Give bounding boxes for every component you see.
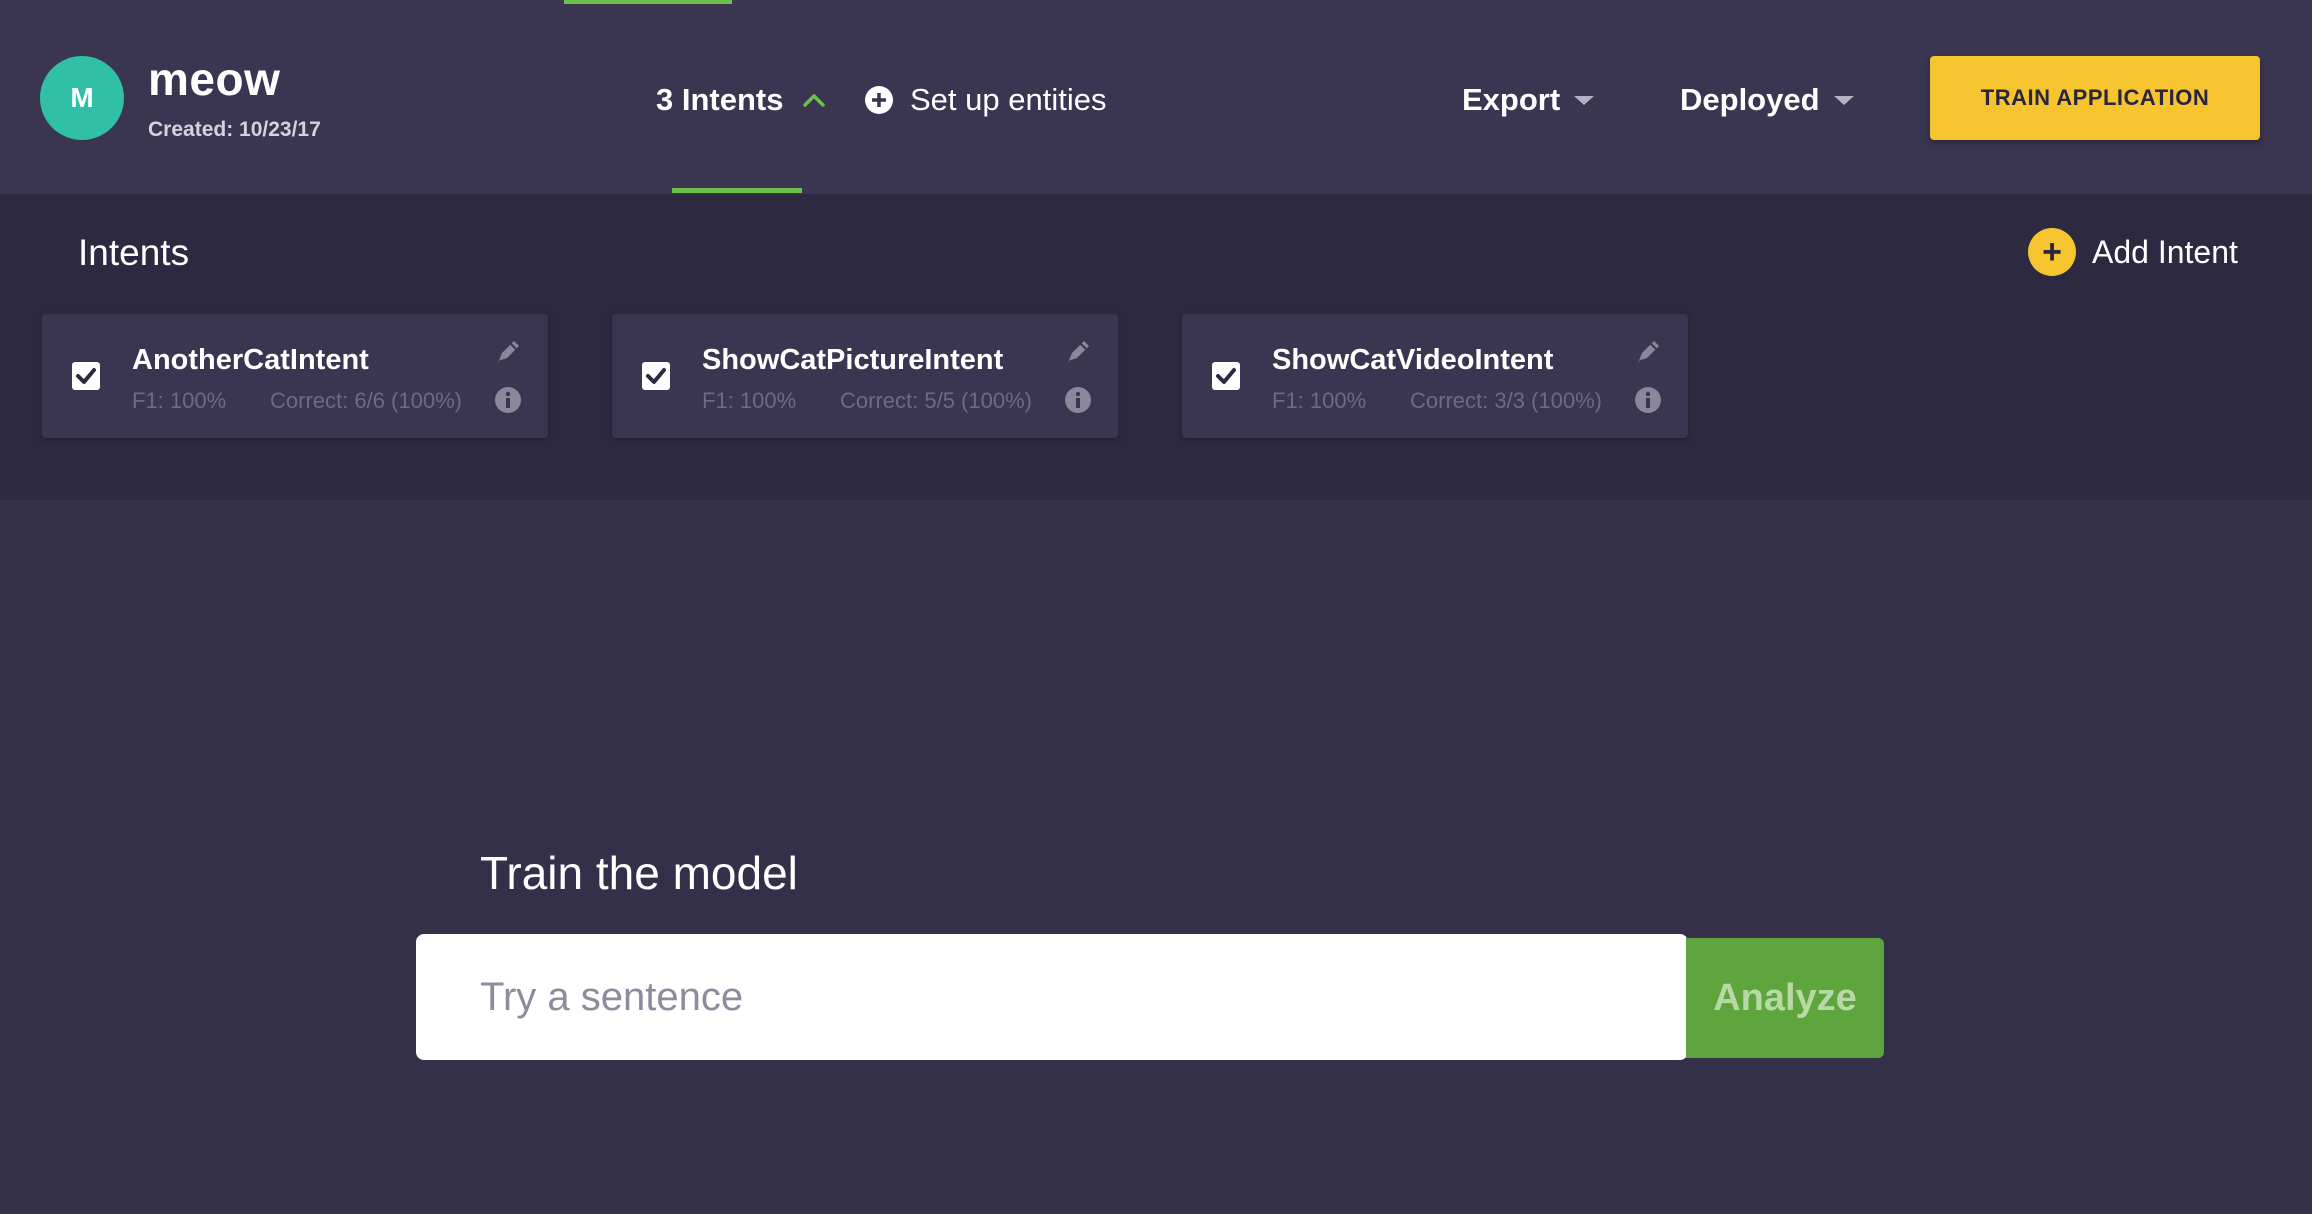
checkmark-icon <box>76 368 96 384</box>
intents-heading: Intents <box>78 232 190 273</box>
info-icon[interactable] <box>1634 386 1662 414</box>
checkmark-icon <box>646 368 666 384</box>
info-icon[interactable] <box>494 386 522 414</box>
app-root: M meow Created: 10/23/17 3 Intents Set u… <box>0 0 2312 1214</box>
intent-name[interactable]: ShowCatPictureIntent <box>702 344 1003 377</box>
avatar[interactable]: M <box>40 56 124 140</box>
chevron-up-icon <box>803 94 826 107</box>
add-intent-button[interactable]: + Add Intent <box>2028 226 2238 278</box>
app-created-date: Created: 10/23/17 <box>148 118 321 141</box>
intent-checkbox[interactable] <box>642 362 670 390</box>
train-application-button[interactable]: TRAIN APPLICATION <box>1930 56 2260 140</box>
pencil-icon[interactable] <box>1634 338 1662 366</box>
intent-correct-count: Correct: 6/6 (100%) <box>270 388 462 413</box>
deployed-label: Deployed <box>1680 82 1820 117</box>
intent-name[interactable]: AnotherCatIntent <box>132 344 369 377</box>
caret-down-icon <box>1833 96 1854 105</box>
intent-f1-score: F1: 100% <box>702 388 797 413</box>
active-tab-indicator <box>672 188 802 193</box>
plus-circle-icon <box>865 86 893 114</box>
intent-correct-count: Correct: 5/5 (100%) <box>840 388 1032 413</box>
deployed-dropdown[interactable]: Deployed <box>1680 80 1854 120</box>
intent-card[interactable]: AnotherCatIntent F1: 100% Correct: 6/6 (… <box>42 314 548 438</box>
add-icon: + <box>2028 228 2076 276</box>
intents-panel: Intents + Add Intent AnotherCatIntent F1… <box>0 194 2312 500</box>
top-accent-bar <box>564 0 732 4</box>
add-intent-label: Add Intent <box>2092 233 2238 270</box>
info-icon[interactable] <box>1064 386 1092 414</box>
intent-card[interactable]: ShowCatVideoIntent F1: 100% Correct: 3/3… <box>1182 314 1688 438</box>
nav-intents-label: 3 Intents <box>656 82 784 117</box>
pencil-icon[interactable] <box>1064 338 1092 366</box>
app-name: meow <box>148 53 281 105</box>
nav-setup-entities-label: Set up entities <box>910 82 1107 117</box>
checkmark-icon <box>1216 368 1236 384</box>
train-model-heading: Train the model <box>480 847 798 899</box>
pencil-icon[interactable] <box>494 338 522 366</box>
intent-card[interactable]: ShowCatPictureIntent F1: 100% Correct: 5… <box>612 314 1118 438</box>
caret-down-icon <box>1574 96 1595 105</box>
intent-checkbox[interactable] <box>72 362 100 390</box>
intent-correct-count: Correct: 3/3 (100%) <box>1410 388 1602 413</box>
intent-name[interactable]: ShowCatVideoIntent <box>1272 344 1553 377</box>
nav-intents-tab[interactable]: 3 Intents <box>656 80 827 120</box>
intent-f1-score: F1: 100% <box>132 388 227 413</box>
intent-f1-score: F1: 100% <box>1272 388 1367 413</box>
header: M meow Created: 10/23/17 3 Intents Set u… <box>0 0 2312 194</box>
sentence-input[interactable] <box>416 934 1688 1060</box>
export-label: Export <box>1462 82 1561 117</box>
nav-setup-entities[interactable]: Set up entities <box>864 80 1106 120</box>
intent-checkbox[interactable] <box>1212 362 1240 390</box>
analyze-button[interactable]: Analyze <box>1686 938 1884 1058</box>
export-dropdown[interactable]: Export <box>1462 80 1595 120</box>
